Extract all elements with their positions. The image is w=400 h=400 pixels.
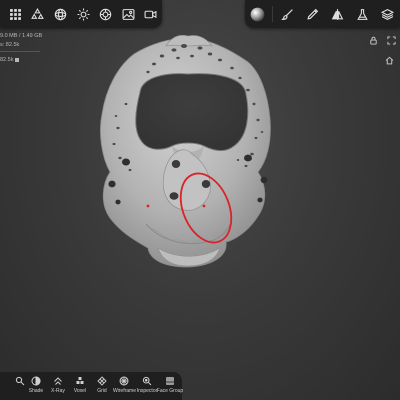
- material-icon[interactable]: [94, 2, 117, 26]
- voxel-icon: [76, 377, 84, 384]
- grid-label: Grid: [97, 388, 107, 394]
- grid-icon[interactable]: [4, 2, 27, 26]
- wireframe-button[interactable]: Wireframe: [113, 372, 136, 394]
- wireframe-icon: [120, 376, 129, 386]
- fit-screen-icon[interactable]: [386, 35, 396, 45]
- xray-label: X-Ray: [51, 388, 65, 394]
- lock-icon[interactable]: [368, 35, 378, 45]
- voxel-button[interactable]: Voxel: [69, 372, 91, 394]
- matcap-icon[interactable]: [245, 2, 270, 26]
- mesh-detail-icon: [15, 57, 19, 62]
- sphere-icon[interactable]: [49, 2, 72, 26]
- symmetry-icon[interactable]: [325, 2, 350, 26]
- mesh-detail-value: 82.5k: [0, 57, 14, 63]
- xray-button[interactable]: X-Ray: [47, 372, 69, 394]
- face-group-label: Face Group: [156, 388, 184, 394]
- top-left-toolbar: [0, 0, 162, 28]
- marker-dot-left: [146, 204, 150, 208]
- wireframe-label: Wireframe: [112, 388, 136, 394]
- paint-tool-button[interactable]: [14, 372, 25, 388]
- mesh-detail-label: 82.5k: [0, 57, 19, 63]
- grid-toggle-icon: [97, 376, 107, 386]
- layers-icon[interactable]: [375, 2, 400, 26]
- flask-icon[interactable]: [350, 2, 375, 26]
- marker-dot-right: [202, 204, 206, 208]
- inspector-icon: [142, 376, 152, 386]
- home-icon[interactable]: [384, 55, 394, 65]
- voxel-label: Voxel: [73, 388, 87, 394]
- memory-usage-label: 9.0 MB / 1.49 GB: [0, 33, 43, 39]
- top-right-toolbar: [245, 0, 400, 28]
- brush-icon[interactable]: [275, 2, 300, 26]
- shapes-icon[interactable]: [27, 2, 50, 26]
- face-group-button[interactable]: Face Group: [156, 372, 184, 394]
- video-icon[interactable]: [139, 2, 162, 26]
- xray-icon: [54, 377, 62, 385]
- sculpt-model-mask[interactable]: [88, 34, 288, 274]
- shade-icon: [31, 376, 41, 386]
- shade-label: Shade: [28, 388, 44, 394]
- shade-button[interactable]: Shade: [25, 372, 47, 394]
- bottom-toolbar: Shade X-Ray Voxel Grid Wireframe Inspect…: [0, 372, 184, 400]
- sun-icon[interactable]: [72, 2, 95, 26]
- face-group-icon: [165, 377, 174, 385]
- grid-button[interactable]: Grid: [91, 372, 113, 394]
- toolbar-divider: [272, 6, 273, 22]
- pencil-icon[interactable]: [300, 2, 325, 26]
- image-icon[interactable]: [117, 2, 140, 26]
- inspector-label: Inspector: [136, 388, 158, 394]
- inspector-button[interactable]: Inspector: [136, 372, 158, 394]
- stats-divider: [0, 51, 40, 52]
- face-count-label: s: 82.5k: [0, 42, 20, 48]
